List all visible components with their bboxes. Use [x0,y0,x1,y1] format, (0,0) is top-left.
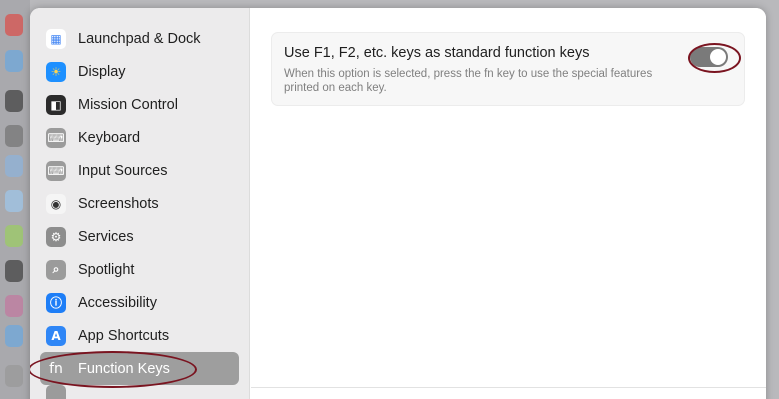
sun-icon: ☀ [46,61,66,82]
sidebar-item-screenshots[interactable]: ◉ Screenshots [30,187,249,220]
dock-app-icon [5,325,23,347]
sidebar-item-launchpad-dock[interactable]: ▦ Launchpad & Dock [30,22,249,55]
dock-app-icon [5,90,23,112]
modifier-icon [46,385,66,399]
sidebar-item-label: Accessibility [78,294,157,311]
option-description: When this option is selected, press the … [284,68,653,94]
app-store-icon: A [46,325,66,346]
sidebar-item-function-keys[interactable]: fn Function Keys [40,352,239,385]
fn-icon: fn [49,360,63,377]
dock-app-icon [5,190,23,212]
dock-app-icon [5,260,23,282]
annotation-circle [688,43,741,73]
sidebar-item-spotlight[interactable]: ⌕ Spotlight [30,253,249,286]
divider [251,387,766,388]
main-content: Use F1, F2, etc. keys as standard functi… [251,8,766,399]
sidebar-item-mission-control[interactable]: ◧ Mission Control [30,88,249,121]
function-keys-option-panel: Use F1, F2, etc. keys as standard functi… [271,32,745,106]
dock-app-icon [5,14,23,36]
dock-app-icon [5,225,23,247]
sidebar-item-label: Launchpad & Dock [78,30,201,47]
sidebar-item-label: App Shortcuts [78,327,170,344]
sidebar-item-services[interactable]: ⚙ Services [30,220,249,253]
gears-icon: ⚙ [46,226,66,247]
sidebar-list: ▦ Launchpad & Dock ☀ Display ◧ Mission C… [30,22,249,399]
sidebar-item-label: Display [78,63,126,80]
settings-window: ▦ Launchpad & Dock ☀ Display ◧ Mission C… [30,8,766,399]
sidebar-item-label: Function Keys [78,360,170,377]
keyboard-icon: ⌨ [46,127,66,148]
sidebar-item-keyboard[interactable]: ⌨ Keyboard [30,121,249,154]
dock-app-icon [5,155,23,177]
magnifier-icon: ⌕ [46,259,66,280]
screenshot-icon: ◉ [46,193,66,214]
dock-app-icon [5,125,23,147]
sidebar-item-label: Keyboard [78,129,141,146]
sidebar-item-accessibility[interactable]: ⓘ Accessibility [30,286,249,319]
sidebar-item-display[interactable]: ☀ Display [30,55,249,88]
background-dock [0,0,30,399]
sidebar-item-label: Mission Control [78,96,178,113]
dock-app-icon [5,50,23,72]
sidebar: ▦ Launchpad & Dock ☀ Display ◧ Mission C… [30,8,250,399]
sidebar-item-app-shortcuts[interactable]: A App Shortcuts [30,319,249,352]
sidebar-item-label: Input Sources [78,162,168,179]
option-title: Use F1, F2, etc. keys as standard functi… [284,45,590,61]
sidebar-item-label: Screenshots [78,195,159,212]
dock-app-icon [5,295,23,317]
sidebar-item-label: Services [78,228,134,245]
sidebar-item-label: Spotlight [78,261,135,278]
mission-control-icon: ◧ [46,94,66,115]
launchpad-icon: ▦ [46,28,66,49]
sidebar-item-modifier-keys[interactable] [30,385,249,399]
accessibility-icon: ⓘ [46,292,66,313]
dock-app-icon [5,365,23,387]
keyboard-icon: ⌨ [46,160,66,181]
sidebar-item-input-sources[interactable]: ⌨ Input Sources [30,154,249,187]
